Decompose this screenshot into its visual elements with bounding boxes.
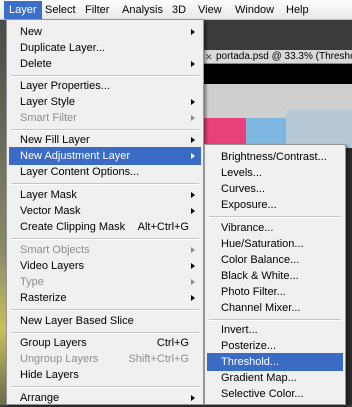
menu-item-label: Vector Mask	[20, 205, 81, 217]
menu-item-channel-mixer[interactable]: Channel Mixer...	[207, 299, 343, 317]
submenu-arrow-icon	[191, 295, 195, 301]
submenu-arrow-icon	[191, 263, 195, 269]
menu-item-label: Posterize...	[221, 340, 277, 352]
menu-item-shortcut: Alt+Ctrl+G	[137, 221, 189, 233]
menu-item-label: Delete	[20, 58, 52, 70]
menu-item-selective-color[interactable]: Selective Color...	[207, 385, 343, 403]
menu-item-label: Levels...	[221, 167, 262, 179]
submenu-arrow-icon	[191, 99, 195, 105]
submenu-arrow-icon	[191, 115, 195, 121]
submenu-arrow-icon	[191, 208, 195, 214]
menu-item-label: Black & White...	[221, 270, 299, 282]
submenu-arrow-icon	[191, 137, 195, 143]
submenu-arrow-icon	[191, 247, 195, 253]
menu-item-label: Layer Properties...	[20, 80, 110, 92]
menu-item-arrange[interactable]: Arrange	[9, 389, 201, 407]
menu-item-smart-filter: Smart Filter	[9, 109, 201, 127]
menu-select[interactable]: Select	[40, 1, 81, 19]
menu-item-label: Smart Objects	[20, 244, 90, 256]
submenu-arrow-icon	[191, 61, 195, 67]
menu-help[interactable]: Help	[281, 1, 314, 19]
menu-item-label: Vibrance...	[221, 222, 274, 234]
menu-item-label: Layer Content Options...	[20, 166, 140, 178]
submenu-arrow-icon	[191, 153, 195, 159]
menu-item-label: New Layer Based Slice	[20, 315, 134, 327]
menu-item-label: Invert...	[221, 324, 258, 336]
menu-item-label: Hide Layers	[20, 369, 79, 381]
menu-item-exposure[interactable]: Exposure...	[207, 196, 343, 214]
menu-item-label: Gradient Map...	[221, 372, 297, 384]
menu-item-label: Hue/Saturation...	[221, 238, 304, 250]
menu-item-rasterize[interactable]: Rasterize	[9, 289, 201, 307]
menu-item-label: New	[20, 26, 43, 38]
menu-view[interactable]: View	[193, 1, 227, 19]
menu-bar: Layer Select Filter Analysis 3D View Win…	[0, 0, 352, 20]
menu-item-label: New Fill Layer	[20, 134, 90, 146]
menu-item-label: Layer Style	[20, 96, 76, 108]
menu-separator	[11, 238, 199, 240]
menu-item-label: Curves...	[221, 183, 266, 195]
close-icon[interactable]: ✕	[205, 50, 213, 63]
submenu-arrow-icon	[191, 279, 195, 285]
menu-item-label: Selective Color...	[221, 388, 304, 400]
document-tab-title: portada.psd @ 33.3% (Threshold	[216, 51, 352, 62]
menu-item-label: Create Clipping Mask	[20, 221, 126, 233]
menu-analysis[interactable]: Analysis	[117, 1, 168, 19]
canvas-image-region	[286, 110, 352, 148]
menu-item-label: Smart Filter	[20, 112, 77, 124]
menu-item-label: New Adjustment Layer	[20, 150, 131, 162]
menu-item-label: Duplicate Layer...	[20, 42, 105, 54]
menu-item-label: Layer Mask	[20, 189, 77, 201]
menu-item-label: Color Balance...	[221, 254, 300, 266]
menu-item-create-clipping-mask[interactable]: Create Clipping Mask Alt+Ctrl+G	[9, 218, 201, 236]
adjustment-layer-submenu: Brightness/Contrast... Levels... Curves.…	[204, 144, 346, 405]
submenu-arrow-icon	[191, 29, 195, 35]
menu-item-label: Video Layers	[20, 260, 85, 272]
menu-layer[interactable]: Layer	[4, 1, 42, 19]
menu-item-label: Group Layers	[20, 337, 87, 349]
menu-separator	[11, 183, 199, 185]
submenu-arrow-icon	[191, 192, 195, 198]
menu-window[interactable]: Window	[230, 1, 279, 19]
menu-item-label: Ungroup Layers	[20, 353, 99, 365]
menu-item-label: Exposure...	[221, 199, 277, 211]
menu-separator	[11, 309, 199, 311]
menu-item-layer-content-options[interactable]: Layer Content Options...	[9, 163, 201, 181]
menu-item-label: Type	[20, 276, 44, 288]
document-tab[interactable]: ✕ portada.psd @ 33.3% (Threshold	[202, 50, 352, 64]
submenu-arrow-icon	[191, 395, 195, 401]
menu-item-delete[interactable]: Delete	[9, 55, 201, 73]
menu-item-label: Channel Mixer...	[221, 302, 301, 314]
menu-item-label: Rasterize	[20, 292, 67, 304]
menu-3d[interactable]: 3D	[167, 1, 191, 19]
menu-separator	[11, 386, 199, 388]
menu-separator	[209, 216, 341, 218]
menu-filter[interactable]: Filter	[80, 1, 114, 19]
menu-item-label: Brightness/Contrast...	[221, 151, 327, 163]
menu-item-new-layer-based-slice[interactable]: New Layer Based Slice	[9, 312, 201, 330]
menu-item-label: Arrange	[20, 392, 60, 404]
layer-menu: New Duplicate Layer... Delete Layer Prop…	[6, 19, 204, 405]
menu-item-hide-layers[interactable]: Hide Layers	[9, 366, 201, 384]
menu-item-label: Photo Filter...	[221, 286, 286, 298]
menu-item-label: Threshold...	[221, 356, 280, 368]
